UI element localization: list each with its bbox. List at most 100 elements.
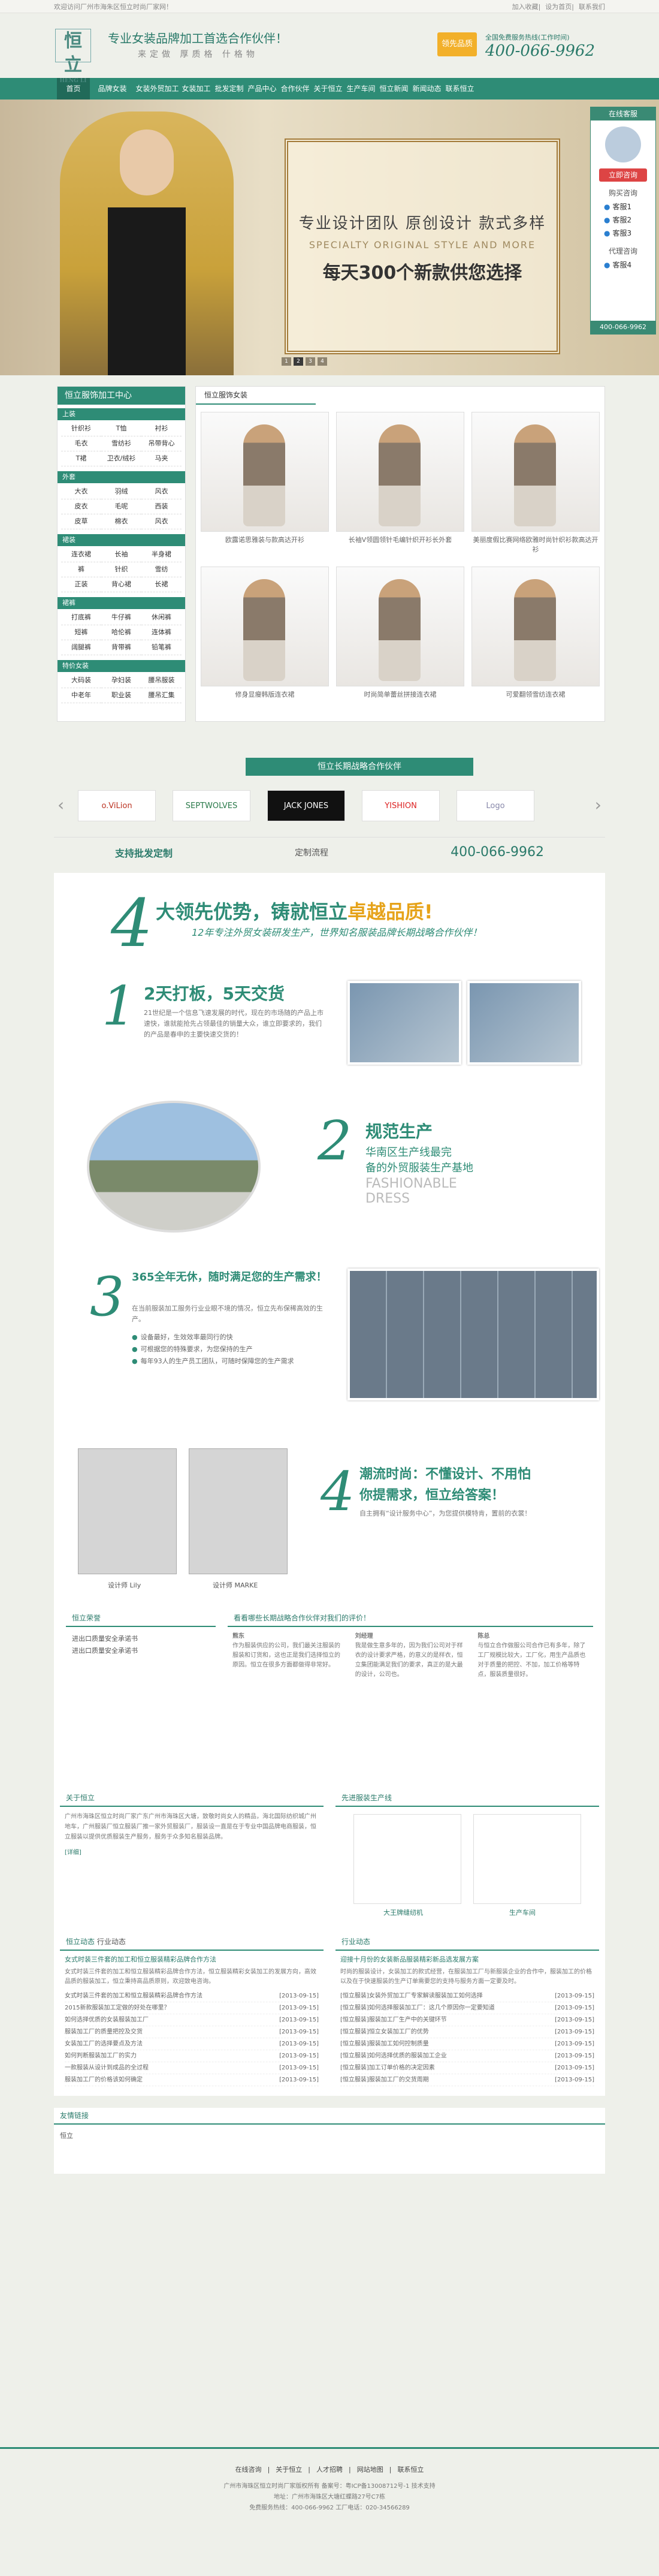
partner-logo[interactable]: JACK JONES [267,790,345,821]
product-card[interactable]: 欧露诺思雅装与款高达开衫 [201,412,329,559]
product-name[interactable]: 修身显瘦韩版连衣裙 [201,690,329,714]
category-header[interactable]: 裙裤 [58,597,185,609]
news-item[interactable]: 2015新款服装加工定做的好处在哪里？ [2013-09-15] [65,2002,319,2014]
news-item[interactable]: 一款服装从设计到成品的全过程 [2013-09-15] [65,2062,319,2074]
news-item[interactable]: 服装加工厂的价格该如何确定 [2013-09-15] [65,2074,319,2086]
product-name[interactable]: 长袖V领圆领针毛编针织开衫长外套 [336,535,464,559]
product-image[interactable] [471,567,600,686]
hero-banner[interactable]: 专业设计团队 原创设计 款式多样 SPECIALTY ORIGINAL STYL… [0,100,659,375]
prev-arrow-icon[interactable]: ‹ [58,795,64,815]
nav-wholesale[interactable]: 批发定制 [213,78,246,100]
news-item[interactable]: [恒立服装]服装加工如何控制质量 [2013-09-15] [340,2038,594,2050]
nav-news[interactable]: 恒立新闻 [377,78,410,100]
product-name[interactable]: 时尚简单蕾丝拼接连衣裙 [336,690,464,714]
category-link[interactable]: 风衣 [141,514,182,529]
category-link[interactable]: 皮衣 [61,499,101,514]
category-link[interactable]: 雪纺 [141,562,182,577]
tab-industry[interactable]: 行业动态 [97,1938,126,1946]
slide-dot[interactable]: 4 [318,357,327,366]
news-title[interactable]: 服装加工厂的质量把控及交货 [65,2026,143,2038]
category-header[interactable]: 裙装 [58,534,185,546]
news-title[interactable]: [恒立服装]加工订单价格的决定因素 [340,2062,435,2074]
process-text[interactable]: 定制流程 [295,846,328,858]
nav-updates[interactable]: 新闻动态 [410,78,443,100]
news-item[interactable]: 服装加工厂的质量把控及交货 [2013-09-15] [65,2026,319,2038]
news-item[interactable]: [恒立服装]服装加工厂的交货周期 [2013-09-15] [340,2074,594,2086]
news-title[interactable]: 一款服装从设计到成品的全过程 [65,2062,149,2074]
product-name[interactable]: 美丽度假比赛网络欧雅时尚针织衫款高达开衫 [471,535,600,559]
news-item[interactable]: 女式时装三件套的加工和恒立服装精彩品牌合作方法 [2013-09-15] [65,1990,319,2002]
product-card[interactable]: 修身显瘦韩版连衣裙 [201,567,329,714]
nav-export[interactable]: 女装外贸加工 [135,78,180,100]
wholesale-text[interactable]: 支持批发定制 [115,845,173,860]
featured-news-title[interactable]: 女式时装三件套的加工和恒立服装精彩品牌合作方法 [60,1951,324,1968]
news-item[interactable]: [恒立服装]加工订单价格的决定因素 [2013-09-15] [340,2062,594,2074]
news-title[interactable]: [恒立服装]恒立女装加工厂的优势 [340,2026,429,2038]
category-link[interactable]: 针织 [101,562,141,577]
category-link[interactable]: 毛衣 [61,436,101,451]
qq-link[interactable]: 客服1 [591,200,655,213]
category-link[interactable]: 中老年 [61,688,101,703]
tab-news[interactable]: 恒立动态 [66,1938,95,1946]
qq-link[interactable]: 客服4 [591,258,655,272]
nav-about[interactable]: 关于恒立 [312,78,344,100]
category-link[interactable]: 针织衫 [61,421,101,436]
partner-logo[interactable]: Logo [457,790,534,821]
slide-dot[interactable]: 2 [294,357,303,366]
category-link[interactable]: 短裤 [61,625,101,640]
news-title[interactable]: 女装加工厂的选择要点及方法 [65,2038,143,2050]
category-link[interactable]: 正装 [61,577,101,592]
category-link[interactable]: 马夹 [141,451,182,466]
qq-link[interactable]: 客服2 [591,213,655,227]
nav-workshop[interactable]: 生产车间 [344,78,377,100]
product-image[interactable] [336,412,464,532]
product-card[interactable]: 美丽度假比赛网络欧雅时尚针织衫款高达开衫 [471,412,600,559]
category-link[interactable]: 吊带背心 [141,436,182,451]
news-title[interactable]: [恒立服装]如何选择优质的服装加工企业 [340,2050,447,2062]
product-name[interactable]: 欧露诺思雅装与款高达开衫 [201,535,329,559]
category-link[interactable]: 羽绒 [101,484,141,499]
news-item[interactable]: 如何选择优质的女装服装加工厂 [2013-09-15] [65,2014,319,2026]
next-arrow-icon[interactable]: › [595,795,601,815]
category-link[interactable]: 休闲裤 [141,610,182,625]
footer-link[interactable]: 联系恒立 [397,2466,424,2473]
news-title[interactable]: [恒立服装]服装加工如何控制质量 [340,2038,429,2050]
category-link[interactable]: 打底裤 [61,610,101,625]
footer-link[interactable]: 关于恒立 [276,2466,302,2473]
category-link[interactable]: 背心裙 [101,577,141,592]
news-title[interactable]: [恒立服装]服装加工厂的交货周期 [340,2074,429,2086]
news-title[interactable]: [恒立服装]女装外贸加工厂专家解读服装加工如何选择 [340,1990,483,2002]
category-header[interactable]: 外套 [58,471,185,483]
category-link[interactable]: T裙 [61,451,101,466]
category-link[interactable]: 卫衣/绒衫 [101,451,141,466]
slide-dot[interactable]: 3 [306,357,315,366]
nav-contact[interactable]: 联系恒立 [443,78,476,100]
product-image[interactable] [201,412,329,532]
logo[interactable]: 恒立 HENG LI [55,29,91,84]
product-image[interactable] [336,567,464,686]
friend-link[interactable]: 恒立 [54,2125,605,2146]
news-item[interactable]: 如何判断服装加工厂的实力 [2013-09-15] [65,2050,319,2062]
news-item[interactable]: [恒立服装]恒立女装加工厂的优势 [2013-09-15] [340,2026,594,2038]
category-header[interactable]: 特价女装 [58,660,185,672]
industry-headline[interactable]: 迎接十月份的女装新品服装精彩新品选发展方案 [335,1951,599,1968]
product-image[interactable] [201,567,329,686]
category-link[interactable]: 衬衫 [141,421,182,436]
homepage-link[interactable]: 设为首页 [545,3,572,11]
category-link[interactable]: 西装 [141,499,182,514]
partner-logo[interactable]: YISHION [362,790,440,821]
category-link[interactable]: 腰吊服装 [141,673,182,688]
news-title[interactable]: 女式时装三件套的加工和恒立服装精彩品牌合作方法 [65,1990,202,2002]
footer-link[interactable]: 网站地图 [357,2466,383,2473]
slide-dot[interactable]: 1 [282,357,291,366]
news-title[interactable]: 2015新款服装加工定做的好处在哪里？ [65,2002,170,2014]
news-item[interactable]: [恒立服装]服装加工厂生产中的关键环节 [2013-09-15] [340,2014,594,2026]
category-link[interactable]: 半身裙 [141,547,182,562]
category-link[interactable]: 长袖 [101,547,141,562]
about-more-link[interactable]: [详细] [60,1849,81,1856]
category-link[interactable]: 棉衣 [101,514,141,529]
product-card[interactable]: 时尚简单蕾丝拼接连衣裙 [336,567,464,714]
category-link[interactable]: 大衣 [61,484,101,499]
partner-logo[interactable]: SEPTWOLVES [173,790,250,821]
news-title[interactable]: [恒立服装]如何选择服装加工厂：这几个原因你一定要知道 [340,2002,495,2014]
